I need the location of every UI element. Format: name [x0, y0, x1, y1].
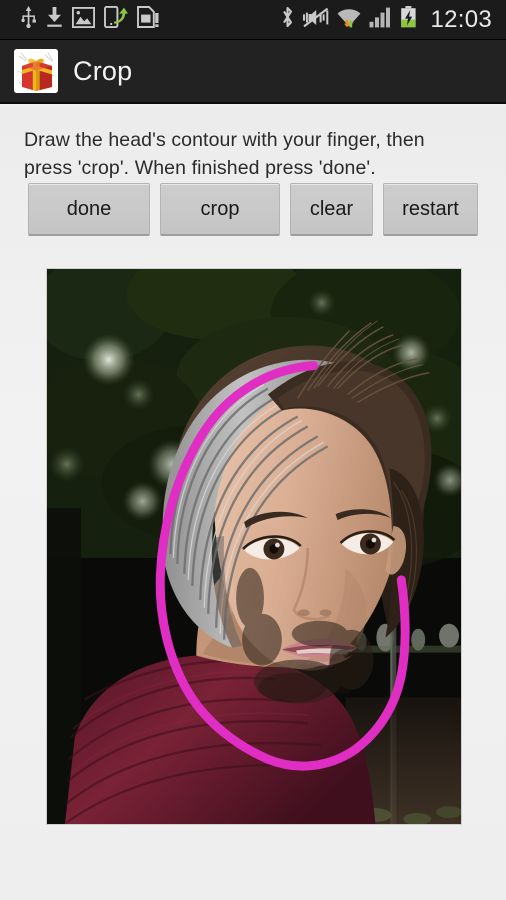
vibrate-off-icon [303, 7, 329, 33]
status-bar: 12:03 [0, 0, 506, 40]
sim-card-icon [137, 6, 161, 33]
usb-icon [20, 6, 37, 33]
gift-box-icon [14, 49, 58, 93]
download-icon [46, 6, 63, 33]
crop-button[interactable]: crop [160, 183, 280, 236]
instructions-text: Draw the head's contour with your finger… [24, 129, 425, 179]
action-button-row: done crop clear restart [0, 183, 506, 239]
head-photo-canvas[interactable] [47, 269, 461, 824]
battery-charging-icon [400, 6, 417, 33]
page-title: Crop [73, 55, 133, 86]
status-bar-clock: 12:03 [430, 5, 492, 33]
clear-button[interactable]: clear [290, 183, 373, 236]
gallery-image-icon [71, 6, 96, 33]
wifi-icon [337, 6, 361, 33]
signal-bars-icon [369, 7, 392, 33]
photo-svg [47, 269, 461, 824]
phone-transfer-icon [104, 5, 128, 33]
main-content: Draw the head's contour with your finger… [0, 106, 506, 900]
action-bar: Crop [0, 40, 506, 104]
done-button[interactable]: done [28, 183, 150, 236]
bluetooth-icon [280, 6, 295, 33]
photo-container[interactable] [46, 268, 462, 825]
restart-button[interactable]: restart [383, 183, 478, 236]
status-bar-left-icons [0, 5, 280, 33]
status-bar-right-icons: 12:03 [280, 6, 506, 34]
